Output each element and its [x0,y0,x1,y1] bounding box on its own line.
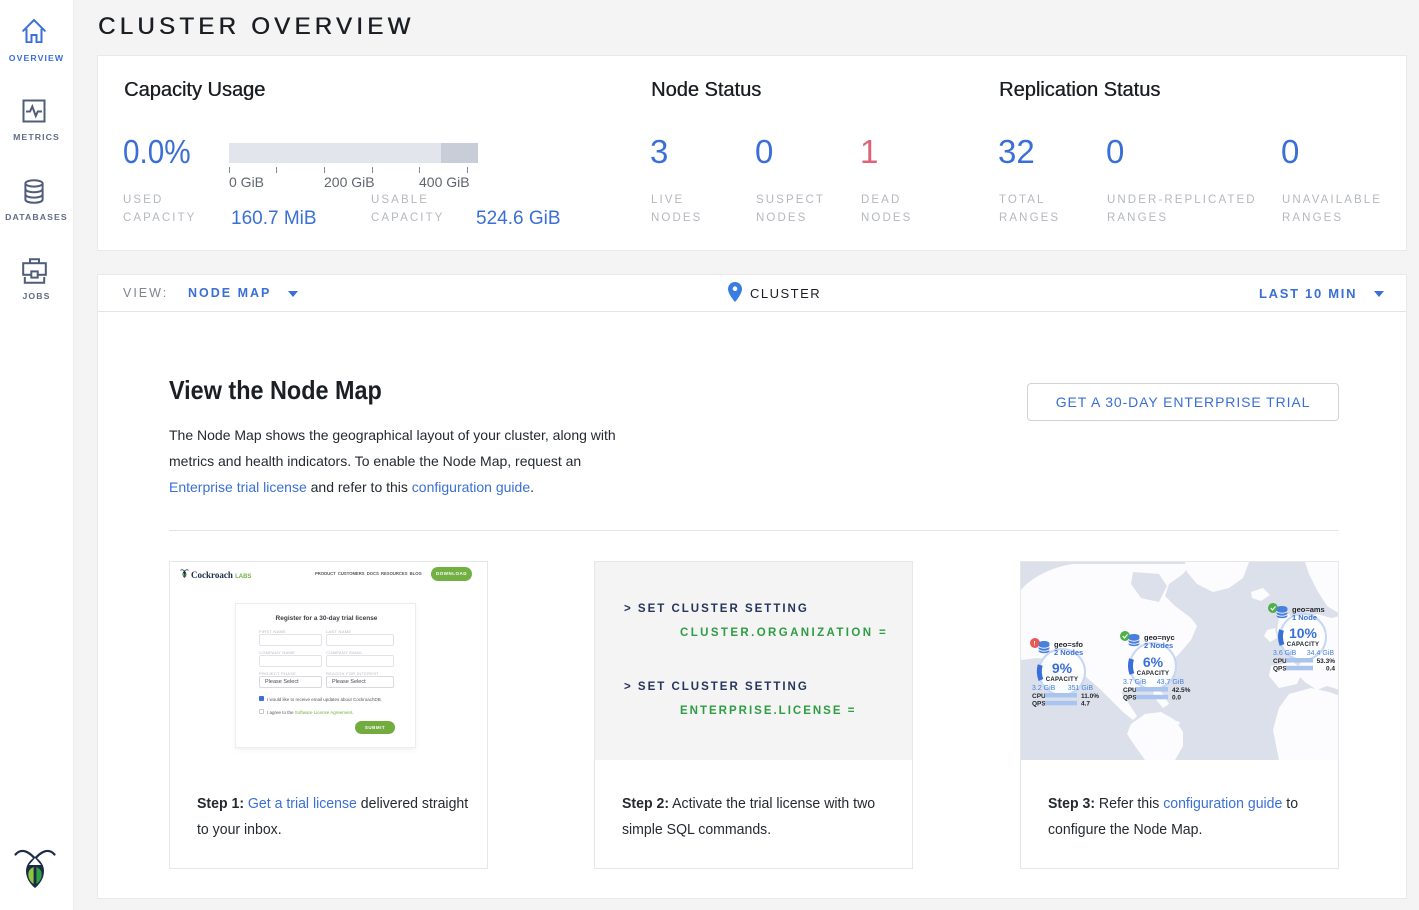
svg-text:2 Nodes: 2 Nodes [1054,648,1083,657]
svg-text:CPU: CPU [1032,693,1046,700]
svg-text:42.5%: 42.5% [1172,687,1191,694]
svg-text:351 GiB: 351 GiB [1068,685,1094,692]
svg-text:34.4 GiB: 34.4 GiB [1307,650,1335,657]
svg-text:!: ! [1034,642,1036,648]
svg-text:0.4: 0.4 [1326,666,1335,673]
svg-text:3.2 GiB: 3.2 GiB [1032,685,1056,692]
svg-text:3.7 GiB: 3.7 GiB [1123,679,1147,686]
svg-text:0.0: 0.0 [1172,695,1181,702]
svg-text:11.0%: 11.0% [1081,693,1099,700]
svg-text:9%: 9% [1052,660,1073,676]
svg-text:CPU: CPU [1273,658,1287,665]
svg-text:QPS: QPS [1123,695,1137,702]
svg-text:CAPACITY: CAPACITY [1137,671,1170,677]
svg-text:QPS: QPS [1032,701,1046,708]
svg-text:4.7: 4.7 [1081,701,1090,708]
svg-text:10%: 10% [1289,625,1318,641]
svg-text:CPU: CPU [1123,687,1137,694]
svg-text:6%: 6% [1143,654,1164,670]
svg-text:43.7 GiB: 43.7 GiB [1157,679,1185,686]
svg-text:1 Node: 1 Node [1292,613,1317,622]
svg-text:3.6 GiB: 3.6 GiB [1273,650,1297,657]
svg-text:2 Nodes: 2 Nodes [1144,641,1173,650]
svg-text:CAPACITY: CAPACITY [1046,677,1079,683]
svg-text:QPS: QPS [1273,666,1287,673]
svg-text:53.3%: 53.3% [1317,658,1336,665]
svg-text:CAPACITY: CAPACITY [1287,642,1320,648]
